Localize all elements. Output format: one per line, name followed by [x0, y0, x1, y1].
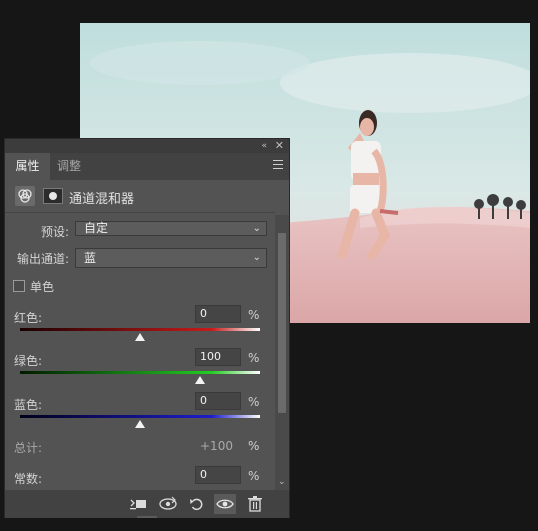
visibility-button[interactable] [214, 494, 236, 514]
tab-properties[interactable]: 属性 [5, 153, 50, 180]
red-value-input[interactable]: 0 [195, 305, 241, 323]
preset-label: 预设: [41, 225, 70, 239]
green-slider-thumb[interactable] [195, 376, 205, 384]
header-divider [5, 212, 275, 213]
eye-icon [216, 499, 234, 509]
tab-adjustments[interactable]: 调整 [57, 153, 81, 180]
blue-slider-track[interactable] [20, 415, 260, 418]
scroll-down-icon[interactable]: ⌄ [278, 477, 286, 487]
preset-value: 自定 [84, 221, 109, 235]
total-unit: % [248, 439, 260, 453]
red-slider-thumb[interactable] [135, 333, 145, 341]
output-channel-label: 输出通道: [17, 252, 70, 266]
output-channel-select[interactable]: 蓝 ⌄ [75, 248, 267, 268]
panel-tabbar: 属性 调整 [5, 153, 289, 180]
chevron-down-icon: ⌄ [252, 223, 261, 234]
chevron-down-icon: ⌄ [252, 252, 261, 263]
monochrome-checkbox[interactable] [13, 280, 25, 292]
clip-to-layer-icon [130, 499, 146, 510]
collapse-icon[interactable]: « [261, 140, 267, 152]
channel-mixer-icon[interactable] [15, 186, 35, 206]
trash-icon [248, 496, 262, 512]
blue-label: 蓝色: [14, 398, 43, 412]
view-previous-state-button[interactable] [157, 494, 179, 514]
scrollbar-thumb[interactable] [278, 233, 286, 413]
delete-button[interactable] [244, 494, 266, 514]
total-label: 总计: [14, 441, 43, 455]
panel-title-bar[interactable]: « ✕ [5, 139, 289, 153]
constant-value-input[interactable]: 0 [195, 466, 241, 484]
green-label: 绿色: [14, 354, 43, 368]
blue-unit: % [248, 395, 260, 409]
green-slider-track[interactable] [20, 371, 260, 374]
close-icon[interactable]: ✕ [275, 139, 284, 152]
red-unit: % [248, 308, 260, 322]
red-label: 红色: [14, 311, 43, 325]
reset-icon [190, 498, 203, 511]
view-previous-state-icon [159, 496, 177, 510]
adjustment-header: 通道混和器 [5, 180, 275, 212]
layer-mask-icon[interactable] [43, 188, 63, 204]
resize-grip[interactable] [137, 516, 157, 518]
panel-footer [5, 490, 289, 518]
blue-slider-thumb[interactable] [135, 420, 145, 428]
panel-scrollbar[interactable]: ⌄ [275, 215, 289, 491]
panel-menu-icon[interactable] [273, 160, 283, 169]
adjustment-title: 通道混和器 [69, 192, 135, 207]
monochrome-label: 单色 [30, 280, 55, 294]
constant-label: 常数: [14, 472, 43, 486]
clip-to-layer-button[interactable] [127, 494, 149, 514]
output-channel-value: 蓝 [84, 251, 97, 265]
green-value-input[interactable]: 100 [195, 348, 241, 366]
green-unit: % [248, 351, 260, 365]
red-slider-track[interactable] [20, 328, 260, 331]
panel-body: 通道混和器 预设: 自定 ⌄ 输出通道: 蓝 ⌄ 单色 红色: 0 % 绿色: … [5, 180, 275, 490]
total-value: +100 [200, 439, 233, 453]
constant-unit: % [248, 469, 260, 483]
properties-panel: « ✕ 属性 调整 通道混和器 预设: 自定 ⌄ 输出通道: 蓝 ⌄ 单色 红色… [4, 138, 290, 518]
preset-select[interactable]: 自定 ⌄ [75, 221, 267, 236]
blue-value-input[interactable]: 0 [195, 392, 241, 410]
reset-button[interactable] [186, 494, 208, 514]
